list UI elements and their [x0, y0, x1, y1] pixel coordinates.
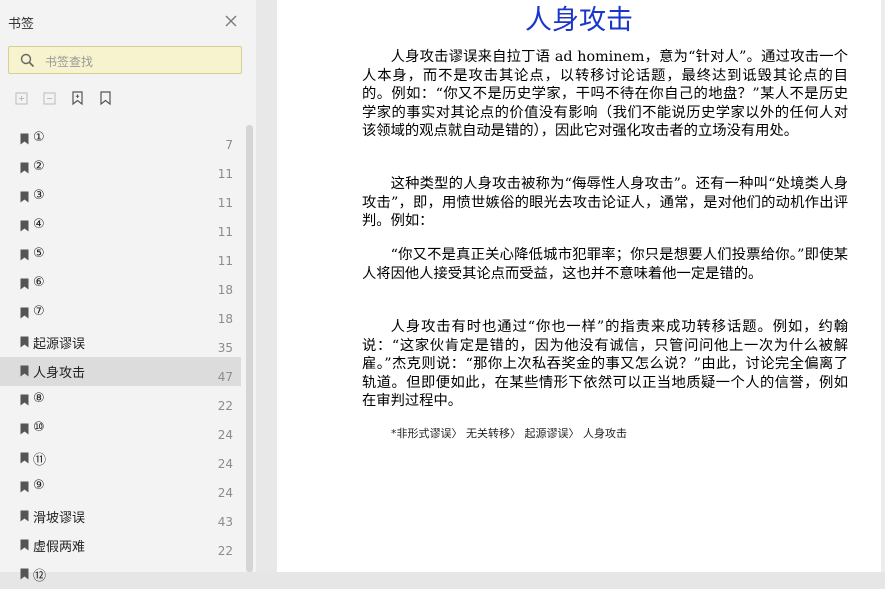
bookmark-icon — [20, 394, 29, 406]
bookmark-page: 11 — [217, 196, 233, 210]
bookmark-page: 35 — [217, 341, 233, 355]
bookmark-label: ⑤ — [33, 246, 45, 261]
bookmark-label: ④ — [33, 217, 45, 232]
sidebar-scrollbar[interactable] — [246, 125, 253, 572]
bookmark-icon[interactable] — [98, 90, 114, 106]
bookmark-item[interactable]: ①7 — [0, 125, 241, 154]
close-icon[interactable] — [224, 14, 238, 28]
bookmark-page: 7 — [225, 138, 233, 152]
bookmark-page: 24 — [217, 486, 233, 500]
bookmark-label: 滑坡谬误 — [33, 511, 86, 526]
bookmark-icon — [20, 162, 29, 174]
bookmark-item[interactable]: ② 11 — [0, 154, 241, 183]
bookmark-label: ⑫ — [33, 569, 47, 584]
bookmark-page: 22 — [217, 399, 233, 413]
bookmark-label: ⑥ — [33, 275, 45, 290]
paragraph-4: 人身攻击有时也通过“你也一样”的指责来成功转移话题。例如，约翰说：“这家伙肯定是… — [362, 319, 848, 409]
bookmark-icon — [20, 510, 29, 522]
bookmark-label: 人身攻击 — [33, 366, 86, 381]
page-title: 人身攻击 — [525, 5, 633, 36]
bookmark-item[interactable]: 虚假两难 22 — [0, 531, 241, 560]
bookmark-page: 18 — [217, 312, 233, 326]
bookmark-page: 47 — [217, 370, 233, 384]
bookmark-page: 18 — [217, 283, 233, 297]
bookmark-page: 22 — [217, 544, 233, 558]
bookmark-page: 43 — [217, 515, 233, 529]
bookmark-item[interactable]: ③ 11 — [0, 183, 241, 212]
bookmark-item[interactable]: ④ 11 — [0, 212, 241, 241]
bookmark-item[interactable]: ⑦ 18 — [0, 299, 241, 328]
bookmark-label: 起源谬误 — [33, 337, 86, 352]
bookmark-item[interactable]: ⑧ 22 — [0, 386, 241, 415]
bookmark-icon — [20, 249, 29, 261]
search-icon — [20, 53, 35, 68]
bookmark-icon — [20, 568, 29, 580]
add-bookmark-icon[interactable] — [70, 90, 86, 106]
bookmark-icon — [20, 133, 29, 145]
bookmark-label: 虚假两难 — [33, 540, 86, 555]
page-scrollbar[interactable] — [881, 0, 885, 572]
bookmark-label: ⑪ — [33, 453, 47, 468]
bookmark-item[interactable]: ⑩ 24 — [0, 415, 241, 444]
bookmark-icon — [20, 220, 29, 232]
bookmark-page: 11 — [217, 225, 233, 239]
bookmark-search-input[interactable]: 书签查找 — [8, 46, 242, 74]
bookmark-label: ⑨ — [33, 478, 45, 493]
bookmark-icon — [20, 307, 29, 319]
bookmark-page: 11 — [217, 167, 233, 181]
breadcrumb: *非形式谬误〉 无关转移〉 起源谬误〉 人身攻击 — [391, 427, 627, 440]
bookmark-icon — [20, 278, 29, 290]
bookmark-page: 24 — [217, 457, 233, 471]
bookmark-sidebar: 书签 书签查找 ① 7 ② 11 ③ 11 ④ 11 ⑤ 11 ⑥ 18 ⑦ 18 起源谬误 35 人身攻击 47… — [0, 0, 256, 584]
bookmark-item[interactable]: ⑥ 18 — [0, 270, 241, 299]
document-page: 人身攻击 人身攻击谬误来自拉丁语 ad hominem，意为“针对人”。通过攻击… — [277, 0, 881, 572]
expand-all-icon[interactable] — [14, 90, 30, 106]
bookmark-label: ⑩ — [33, 420, 45, 435]
paragraph-3: “你又不是真正关心降低城市犯罪率；你只是想要人们投票给你。”即使某人将因他人接受… — [362, 247, 848, 282]
bookmark-page: 11 — [217, 254, 233, 268]
bookmark-item[interactable]: ⑫ — [0, 560, 241, 589]
collapse-all-icon[interactable] — [42, 90, 58, 106]
sidebar-splitter[interactable] — [256, 0, 277, 572]
bookmark-icon — [20, 452, 29, 464]
bookmark-page: 24 — [217, 428, 233, 442]
bookmark-item[interactable]: 起源谬误 35 — [0, 328, 241, 357]
bookmark-item[interactable]: ⑤ 11 — [0, 241, 241, 270]
search-placeholder: 书签查找 — [45, 55, 94, 69]
bookmark-label: ① — [33, 130, 45, 145]
sidebar-title: 书签 — [8, 17, 35, 32]
paragraph-2: 这种类型的人身攻击被称为“侮辱性人身攻击”。还有一种叫“处境类人身攻击”，即，用… — [362, 176, 848, 229]
bookmark-label: ⑧ — [33, 391, 45, 406]
bookmark-item[interactable]: 滑坡谬误 43 — [0, 502, 241, 531]
paragraph-1: 人身攻击谬误来自拉丁语 ad hominem，意为“针对人”。通过攻击一个人本身… — [362, 49, 848, 139]
bookmark-item[interactable]: ⑪ 24 — [0, 444, 241, 473]
bookmark-label: ⑦ — [33, 304, 45, 319]
bookmark-icon — [20, 365, 29, 377]
bookmark-icon — [20, 423, 29, 435]
bookmark-icon — [20, 481, 29, 493]
bookmark-label: ② — [33, 159, 45, 174]
bookmark-item[interactable]: ⑨ 24 — [0, 473, 241, 502]
bookmark-label: ③ — [33, 188, 45, 203]
bookmark-icon — [20, 191, 29, 203]
bookmark-item[interactable]: 人身攻击 47 — [0, 357, 241, 386]
bookmark-icon — [20, 336, 29, 348]
bookmark-icon — [20, 539, 29, 551]
